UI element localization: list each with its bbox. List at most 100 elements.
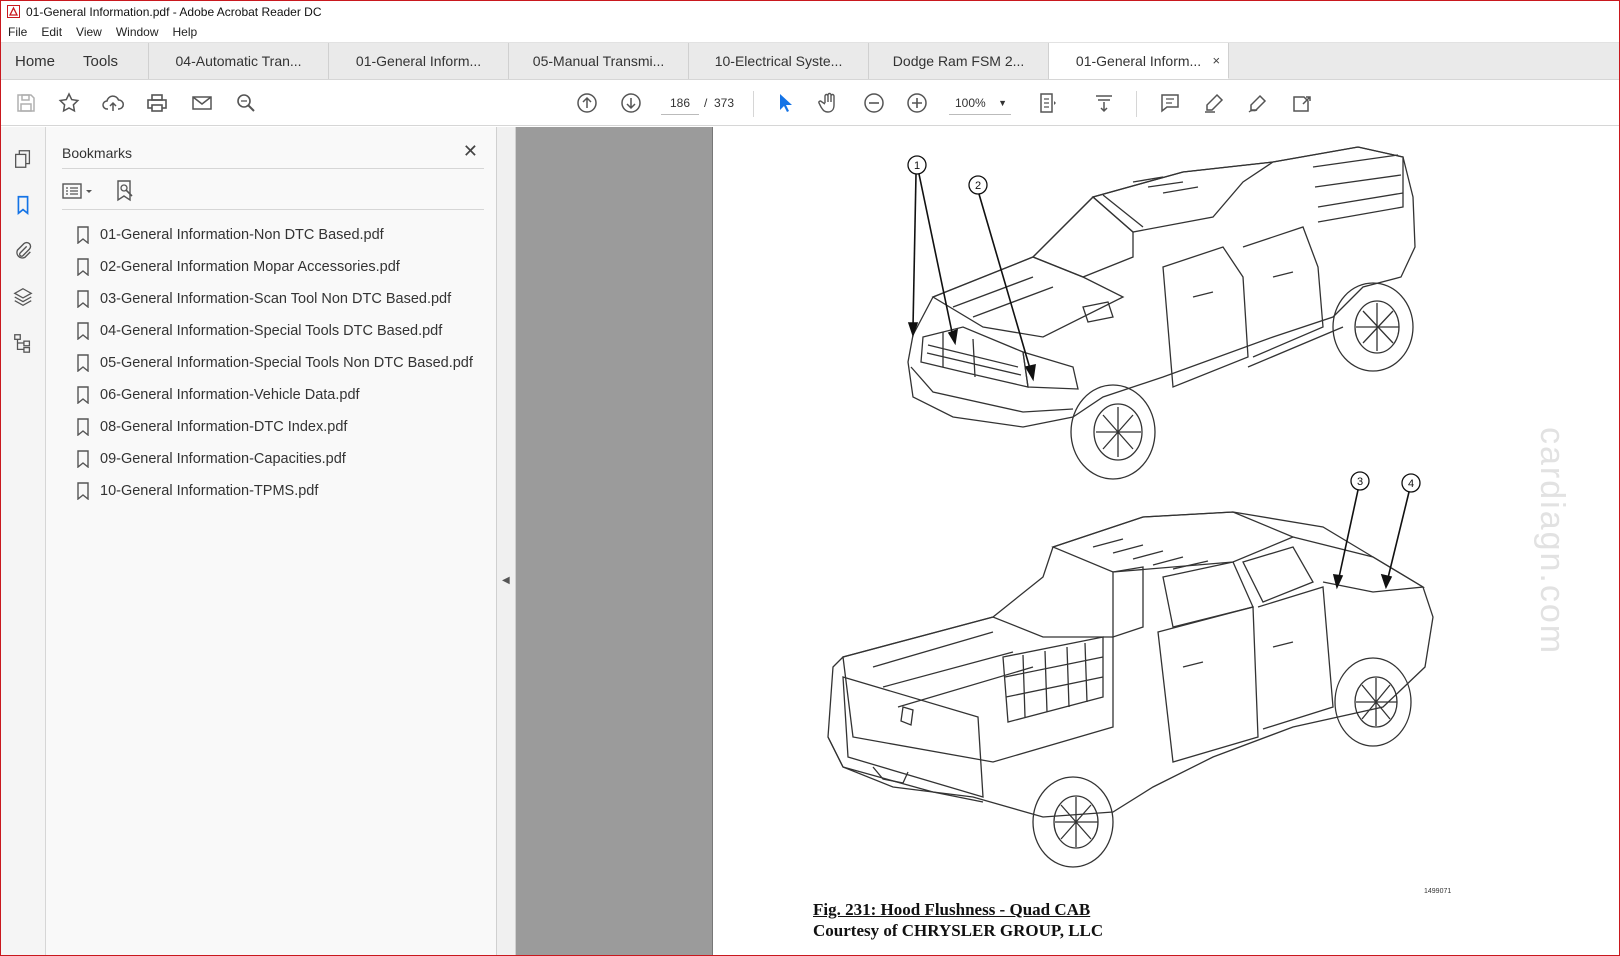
find-bookmark-icon[interactable] [114, 179, 136, 208]
doc-tab-label: 01-General Inform... [355, 53, 482, 69]
bookmark-label: 08-General Information-DTC Index.pdf [100, 419, 348, 435]
attachment-icon[interactable] [11, 239, 35, 263]
doc-tab[interactable]: 10-Electrical Syste... [689, 43, 870, 79]
truck-front-illustration: 1 2 [907, 146, 1416, 480]
doc-tab-label: 04-Automatic Tran... [175, 53, 302, 69]
navigation-rail [1, 127, 46, 955]
callout-label: 1 [914, 160, 920, 172]
bookmark-item[interactable]: 02-General Information Mopar Accessories… [76, 251, 473, 283]
doc-tab[interactable]: 05-Manual Transmi... [509, 43, 690, 79]
toolbar-divider [753, 91, 754, 117]
bookmark-item[interactable]: 10-General Information-TPMS.pdf [76, 475, 473, 507]
doc-tab-label: Dodge Ram FSM 2... [892, 53, 1025, 69]
tag-tree-icon[interactable] [11, 331, 35, 355]
zoom-out-icon[interactable] [861, 90, 887, 116]
bookmarks-header: Bookmarks ✕ [62, 137, 484, 169]
figure-id: 1499071 [1424, 888, 1452, 895]
bookmark-label: 03-General Information-Scan Tool Non DTC… [100, 291, 452, 307]
bookmark-icon [77, 482, 89, 500]
bookmark-item[interactable]: 04-General Information-Special Tools DTC… [76, 315, 473, 347]
toolbar: 186 / 373 100% ▼ [1, 81, 1619, 126]
page-thumbnails-icon[interactable] [11, 147, 35, 171]
bookmark-label: 09-General Information-Capacities.pdf [100, 451, 346, 467]
close-tab-icon[interactable]: × [1212, 53, 1220, 68]
figure-caption: Fig. 231: Hood Flushness - Quad CAB [813, 900, 1091, 919]
sign-icon[interactable] [1245, 90, 1271, 116]
doc-tab-active[interactable]: 01-General Inform... × [1049, 43, 1230, 79]
callout-label: 3 [1357, 476, 1363, 488]
bookmark-label: 06-General Information-Vehicle Data.pdf [100, 387, 360, 403]
page-fit-icon[interactable] [1035, 90, 1061, 116]
next-page-icon[interactable] [618, 90, 644, 116]
bookmark-icon [77, 354, 89, 372]
menu-edit[interactable]: Edit [34, 25, 69, 39]
bookmark-icon [77, 322, 89, 340]
hand-tool-icon[interactable] [816, 90, 842, 116]
close-panel-icon[interactable]: ✕ [463, 141, 478, 162]
bookmark-item[interactable]: 08-General Information-DTC Index.pdf [76, 411, 473, 443]
bookmarks-panel: Bookmarks ✕ 01-General Information-Non D… [46, 127, 497, 955]
star-icon[interactable] [56, 90, 82, 116]
panel-collapse-handle[interactable]: ◀ [497, 127, 516, 955]
bookmark-icon [77, 226, 89, 244]
tab-bar: Home Tools 04-Automatic Tran... 01-Gener… [1, 43, 1619, 80]
email-icon[interactable] [189, 90, 215, 116]
bookmark-item[interactable]: 09-General Information-Capacities.pdf [76, 443, 473, 475]
doc-tab[interactable]: 01-General Inform... [329, 43, 510, 79]
save-icon[interactable] [13, 90, 39, 116]
acrobat-logo-icon [6, 5, 20, 19]
document-viewport[interactable]: 1 2 3 4 1499071 Fig. 231: Hood Flushness… [516, 127, 1619, 955]
highlight-pen-icon[interactable] [1201, 90, 1227, 116]
bookmarks-title: Bookmarks [62, 144, 133, 161]
bookmark-item[interactable]: 01-General Information-Non DTC Based.pdf [76, 219, 473, 251]
bookmark-label: 04-General Information-Special Tools DTC… [100, 323, 443, 339]
doc-tab-label: 05-Manual Transmi... [532, 53, 665, 69]
tab-home[interactable]: Home [1, 43, 69, 79]
bookmark-options-icon[interactable] [62, 180, 96, 207]
menu-file[interactable]: File [1, 25, 34, 39]
menu-view[interactable]: View [69, 25, 109, 39]
doc-tab-label: 10-Electrical Syste... [714, 53, 843, 69]
share-edit-icon[interactable] [1289, 90, 1315, 116]
bookmark-icon [77, 290, 89, 308]
bookmark-icon [77, 386, 89, 404]
watermark: cardiagn.com [1533, 427, 1571, 656]
bookmark-icon [77, 258, 89, 276]
bookmark-label: 10-General Information-TPMS.pdf [100, 483, 319, 499]
bookmark-label: 05-General Information-Special Tools Non… [100, 355, 473, 371]
comment-icon[interactable] [1157, 90, 1183, 116]
bookmark-item[interactable]: 06-General Information-Vehicle Data.pdf [76, 379, 473, 411]
callout-label: 2 [975, 180, 981, 192]
bookmark-panel-icon[interactable] [11, 193, 35, 217]
doc-tab[interactable]: Dodge Ram FSM 2... [869, 43, 1050, 79]
title-bar: 01-General Information.pdf - Adobe Acrob… [1, 1, 1619, 22]
zoom-select[interactable]: 100% ▼ [949, 91, 1011, 115]
bookmark-label: 01-General Information-Non DTC Based.pdf [100, 227, 384, 243]
doc-tab[interactable]: 04-Automatic Tran... [149, 43, 330, 79]
toolbar-divider [1136, 91, 1137, 117]
app-window: 01-General Information.pdf - Adobe Acrob… [0, 0, 1620, 956]
figure-courtesy: Courtesy of CHRYSLER GROUP, LLC [813, 921, 1104, 940]
layers-icon[interactable] [11, 285, 35, 309]
bookmarks-toolbar [62, 174, 484, 210]
menu-help[interactable]: Help [166, 25, 205, 39]
upload-cloud-icon[interactable] [100, 90, 126, 116]
page-number-input[interactable]: 186 [661, 91, 699, 115]
page-separator: / [704, 96, 708, 110]
pdf-page: 1 2 3 4 1499071 Fig. 231: Hood Flushness… [712, 127, 1619, 955]
window-title: 01-General Information.pdf - Adobe Acrob… [26, 4, 322, 19]
menu-window[interactable]: Window [109, 25, 166, 39]
collapse-arrow-icon: ◀ [502, 575, 510, 586]
truck-rear-illustration: 3 4 [827, 471, 1434, 868]
zoom-in-icon[interactable] [904, 90, 930, 116]
bookmark-item[interactable]: 05-General Information-Special Tools Non… [76, 347, 473, 379]
bookmark-icon [77, 418, 89, 436]
zoom-value: 100% [955, 96, 986, 110]
select-cursor-icon[interactable] [772, 90, 798, 116]
bookmark-item[interactable]: 03-General Information-Scan Tool Non DTC… [76, 283, 473, 315]
previous-page-icon[interactable] [574, 90, 600, 116]
tab-tools[interactable]: Tools [69, 43, 150, 79]
print-icon[interactable] [144, 90, 170, 116]
search-icon[interactable] [233, 90, 259, 116]
scroll-mode-icon[interactable] [1091, 90, 1117, 116]
